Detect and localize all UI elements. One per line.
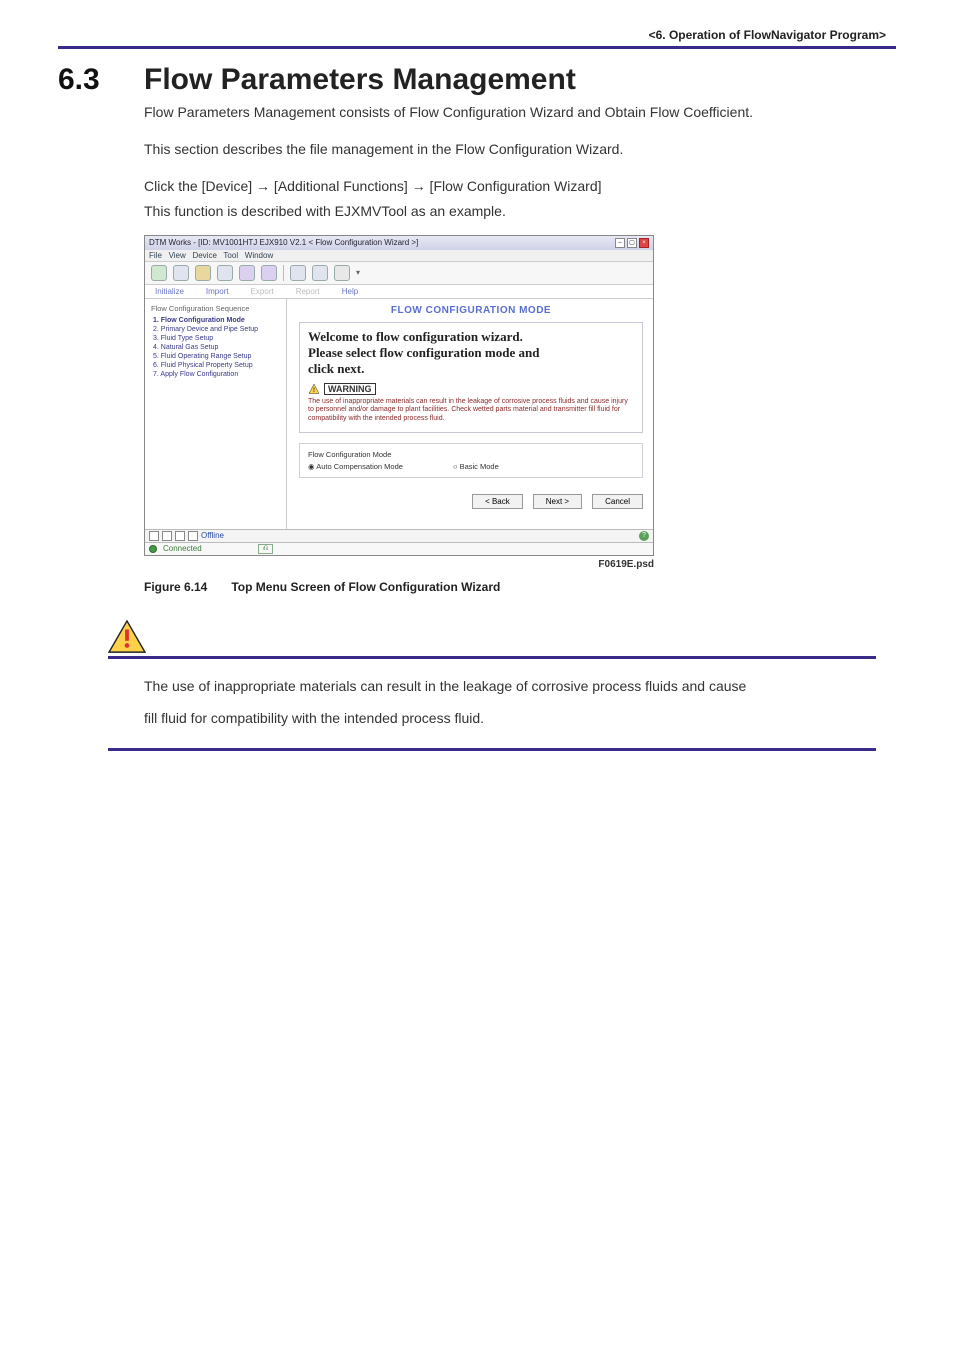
radio-auto[interactable]: ◉ Auto Compensation Mode <box>308 462 403 471</box>
warning-rule-bottom <box>108 748 876 751</box>
connected-label: Connected <box>163 544 202 553</box>
window-title-text: DTM Works - [ID: MV1001HTJ EJX910 V2.1 <… <box>149 238 418 247</box>
sidebar-step-1[interactable]: 1. Flow Configuration Mode <box>151 316 280 325</box>
section-number: 6.3 <box>58 63 144 97</box>
offline-label: Offline <box>201 531 224 540</box>
sidebar-step-4[interactable]: 4. Natural Gas Setup <box>151 343 280 352</box>
section-heading: 6.3 Flow Parameters Management <box>58 63 896 97</box>
print-icon[interactable] <box>334 265 350 281</box>
cancel-button[interactable]: Cancel <box>592 494 643 509</box>
window-titlebar: DTM Works - [ID: MV1001HTJ EJX910 V2.1 <… <box>145 236 653 250</box>
close-icon[interactable]: × <box>639 238 649 248</box>
help-icon[interactable]: ? <box>639 531 649 541</box>
status-indicator: ⎌ <box>258 544 274 554</box>
menu-file[interactable]: File <box>149 251 162 260</box>
minimize-icon[interactable]: – <box>615 238 625 248</box>
figure-caption: Figure 6.14 Top Menu Screen of Flow Confi… <box>144 580 876 594</box>
page-header: <6. Operation of FlowNavigator Program> <box>58 28 896 42</box>
radio-auto-label: Auto Compensation Mode <box>316 462 403 471</box>
next-button[interactable]: Next > <box>533 494 582 509</box>
status-icon-2 <box>162 531 172 541</box>
toolbar-icon-7[interactable] <box>290 265 306 281</box>
mode-group-label: Flow Configuration Mode <box>308 450 634 459</box>
toolbar-icon-8[interactable] <box>312 265 328 281</box>
warning-icon-large <box>108 620 146 654</box>
connected-icon <box>149 545 157 553</box>
status-icon-4 <box>188 531 198 541</box>
figure-source-label: F0619E.psd <box>144 559 654 570</box>
toolbar-icon-6[interactable] <box>261 265 277 281</box>
menu-device[interactable]: Device <box>192 251 216 260</box>
radio-basic-label: Basic Mode <box>460 462 499 471</box>
toolbar-icon-5[interactable] <box>239 265 255 281</box>
sidebar-step-6[interactable]: 6. Fluid Physical Property Setup <box>151 361 280 370</box>
sidebar-step-3[interactable]: 3. Fluid Type Setup <box>151 334 280 343</box>
status-icon-1 <box>149 531 159 541</box>
app-window: DTM Works - [ID: MV1001HTJ EJX910 V2.1 <… <box>144 235 654 556</box>
wizard-main: FLOW CONFIGURATION MODE Welcome to flow … <box>287 299 653 529</box>
intro-paragraph-3: Click the [Device] → [Additional Functio… <box>144 177 876 196</box>
sidebar-step-2[interactable]: 2. Primary Device and Pipe Setup <box>151 325 280 334</box>
toolbar: ▾ <box>145 262 653 285</box>
figure-number: Figure 6.14 <box>144 580 207 594</box>
maximize-icon[interactable]: ▢ <box>627 238 637 248</box>
tab-row: Initialize Import Export Report Help <box>145 285 653 299</box>
header-rule <box>58 46 896 49</box>
toolbar-icon-3[interactable] <box>195 265 211 281</box>
menu-bar[interactable]: File View Device Tool Window <box>145 250 653 262</box>
warning-icon: ! <box>308 383 320 395</box>
sidebar-step-7[interactable]: 7. Apply Flow Configuration <box>151 370 280 379</box>
wizard-sidebar: Flow Configuration Sequence 1. Flow Conf… <box>145 299 287 529</box>
figure-title: Top Menu Screen of Flow Configuration Wi… <box>231 580 500 594</box>
intro-paragraph-4: This function is described with EJXMVToo… <box>144 202 876 221</box>
toolbar-icon-1[interactable] <box>151 265 167 281</box>
menu-tool[interactable]: Tool <box>223 251 238 260</box>
status-bar-lower: Connected ⎌ <box>145 542 653 555</box>
toolbar-icon-4[interactable] <box>217 265 233 281</box>
warning-text: The use of inappropriate materials can r… <box>308 398 634 424</box>
welcome-line-1: Welcome to flow configuration wizard. <box>308 329 634 345</box>
toolbar-icon-2[interactable] <box>173 265 189 281</box>
intro-paragraph-2: This section describes the file manageme… <box>144 140 876 159</box>
screenshot-figure: DTM Works - [ID: MV1001HTJ EJX910 V2.1 <… <box>144 235 654 570</box>
wizard-button-row: < Back Next > Cancel <box>299 494 643 509</box>
warning-rule-top <box>108 656 876 659</box>
sidebar-step-5[interactable]: 5. Fluid Operating Range Setup <box>151 352 280 361</box>
tab-import[interactable]: Import <box>206 287 229 296</box>
tab-export: Export <box>251 287 274 296</box>
tab-initialize[interactable]: Initialize <box>155 287 184 296</box>
sidebar-group-label: Flow Configuration Sequence <box>151 304 280 313</box>
welcome-box: Welcome to flow configuration wizard. Pl… <box>299 322 643 433</box>
section-title: Flow Parameters Management <box>144 63 576 97</box>
main-mode-title: FLOW CONFIGURATION MODE <box>299 305 643 316</box>
svg-text:!: ! <box>313 387 315 394</box>
menu-view[interactable]: View <box>169 251 186 260</box>
intro-paragraph-1: Flow Parameters Management consists of F… <box>144 103 876 122</box>
tab-report: Report <box>296 287 320 296</box>
mode-groupbox: Flow Configuration Mode ◉ Auto Compensat… <box>299 443 643 478</box>
back-button[interactable]: < Back <box>472 494 523 509</box>
menu-window[interactable]: Window <box>245 251 273 260</box>
status-icon-3 <box>175 531 185 541</box>
warning-paragraph-2: fill fluid for compatibility with the in… <box>144 705 876 732</box>
welcome-line-3: click next. <box>308 361 634 377</box>
tab-help[interactable]: Help <box>342 287 358 296</box>
status-bar-upper: Offline ? <box>145 529 653 542</box>
warning-label: WARNING <box>324 383 376 395</box>
warning-paragraph-1: The use of inappropriate materials can r… <box>144 673 876 700</box>
window-controls[interactable]: – ▢ × <box>615 238 649 248</box>
welcome-line-2: Please select flow configuration mode an… <box>308 345 634 361</box>
radio-basic[interactable]: ○ Basic Mode <box>453 462 499 471</box>
